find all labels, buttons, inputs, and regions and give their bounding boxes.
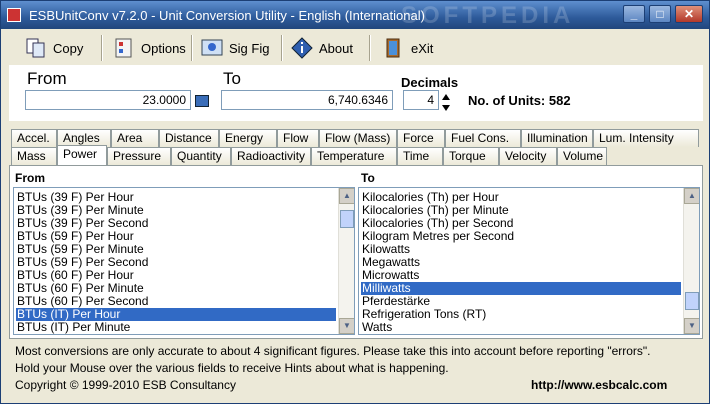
maximize-button[interactable]: □ [649,5,671,23]
from-label: From [27,69,67,88]
from-list-scrollbar[interactable]: ▲ ▼ [338,188,354,334]
to-label: To [223,69,241,88]
close-icon: ✕ [683,7,695,21]
website-link[interactable]: http://www.esbcalc.com [531,378,667,392]
tab-area[interactable]: Area [111,129,159,147]
toolbar: Copy Options Sig Fig About eXit [5,31,705,65]
copy-label: Copy [53,40,84,56]
scroll-down-icon[interactable]: ▼ [684,318,699,334]
title-bar[interactable]: ESBUnitConv v7.2.0 - Unit Conversion Uti… [1,1,709,29]
tab-mass[interactable]: Mass [11,147,57,165]
to-unit-list[interactable]: ▲ ▼ Kilocalories (Th) per Hour Kilocalori… [358,187,700,335]
decimals-label: Decimals [401,75,459,90]
units-count: No. of Units: 582 [468,93,571,108]
decimals-spinner-icon[interactable] [441,92,451,114]
to-list-scrollbar[interactable]: ▲ ▼ [683,188,699,334]
scroll-down-icon[interactable]: ▼ [339,318,354,334]
scroll-thumb[interactable] [340,210,354,228]
sig-fig-icon [201,39,223,56]
tab-volume[interactable]: Volume [557,147,607,165]
window-title: ESBUnitConv v7.2.0 - Unit Conversion Uti… [29,8,425,23]
tab-temperature[interactable]: Temperature [311,147,397,165]
scroll-up-icon[interactable]: ▲ [339,188,354,204]
accuracy-hint: Most conversions are only accurate to ab… [15,344,651,358]
close-button[interactable]: ✕ [675,5,703,23]
options-label: Options [141,40,186,56]
from-unit-list[interactable]: ▲ ▼ BTUs (39 F) Per Hour BTUs (39 F) Per … [13,187,355,335]
copyright: Copyright © 1999-2010 ESB Consultancy [15,378,236,392]
to-value-field[interactable]: 6,740.6346 [221,90,393,110]
about-button[interactable]: About [291,33,353,63]
toolbar-separator [191,35,193,61]
tab-flow[interactable]: Flow [277,129,319,147]
watermark: SOFTPEDIA [401,2,575,29]
mouse-hint: Hold your Mouse over the various fields … [15,361,449,375]
exit-label: eXit [411,40,434,56]
app-window: ESBUnitConv v7.2.0 - Unit Conversion Uti… [0,0,710,404]
tab-velocity[interactable]: Velocity [499,147,557,165]
about-label: About [319,40,353,56]
tab-time[interactable]: Time [397,147,443,165]
about-icon [291,37,313,59]
copy-button[interactable]: Copy [25,33,83,63]
tab-force[interactable]: Force [397,129,445,147]
tab-torque[interactable]: Torque [443,147,499,165]
tab-lum-intensity[interactable]: Lum. Intensity [593,129,699,147]
exit-icon [386,38,400,58]
list-item[interactable]: Watts [361,321,681,334]
tab-energy[interactable]: Energy [219,129,277,147]
sig-fig-button[interactable]: Sig Fig [201,33,269,63]
scroll-up-icon[interactable]: ▲ [684,188,699,204]
tab-radioactivity[interactable]: Radioactivity [231,147,311,165]
toolbar-separator [369,35,371,61]
tab-accel[interactable]: Accel. [11,129,57,147]
sig-fig-label: Sig Fig [229,40,270,56]
scroll-thumb[interactable] [685,292,699,310]
tab-quantity[interactable]: Quantity [171,147,231,165]
options-icon [115,38,132,58]
minimize-button[interactable]: _ [623,5,645,23]
to-list-label: To [361,171,375,185]
list-item[interactable]: Refrigeration Tons (RT) [361,308,681,321]
calculator-icon[interactable] [195,95,209,107]
tab-pressure[interactable]: Pressure [107,147,171,165]
tab-illumination[interactable]: Illumination [521,129,593,147]
tab-power[interactable]: Power [57,145,107,165]
maximize-icon: □ [656,7,664,21]
tab-distance[interactable]: Distance [159,129,219,147]
app-icon [7,8,21,22]
list-item[interactable]: BTUs (IT) Per Minute [16,321,336,334]
tab-flow-mass[interactable]: Flow (Mass) [319,129,397,147]
copy-icon [26,38,45,58]
toolbar-separator [101,35,103,61]
toolbar-separator [281,35,283,61]
options-button[interactable]: Options [113,33,186,63]
tab-fuel-cons[interactable]: Fuel Cons. [445,129,521,147]
from-list-label: From [15,171,45,185]
minimize-icon: _ [630,7,638,21]
decimals-field[interactable]: 4 [403,90,439,110]
from-value-field[interactable]: 23.0000 [25,90,191,110]
exit-button[interactable]: eXit [383,33,433,63]
